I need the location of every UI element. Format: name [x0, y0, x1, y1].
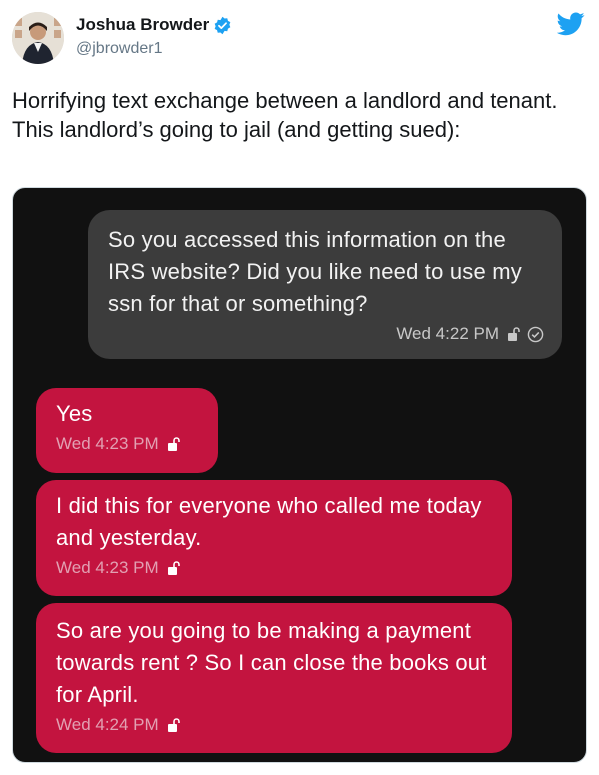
message-text: Yes	[56, 401, 93, 426]
check-circle-icon	[527, 326, 544, 342]
message-bubble-outgoing: So you accessed this information on the …	[88, 210, 562, 359]
message-timestamp: Wed 4:23 PM	[56, 434, 159, 453]
author-handle[interactable]: @jbrowder1	[76, 40, 163, 58]
message-meta: Wed 4:23 PM	[56, 434, 200, 454]
unlock-icon	[167, 718, 180, 732]
message-meta: Wed 4:23 PM	[56, 558, 494, 578]
message-bubble-incoming: I did this for everyone who called me to…	[36, 480, 512, 596]
message-text: So you accessed this information on the …	[108, 227, 522, 316]
message-meta: Wed 4:22 PM	[108, 324, 544, 344]
message-meta: Wed 4:24 PM	[56, 715, 494, 735]
unlock-icon	[167, 561, 180, 575]
tweet-header: Joshua Browder @jbrowder1	[0, 0, 599, 80]
tweet-text: Horrifying text exchange between a landl…	[12, 88, 558, 142]
verified-badge-icon	[214, 16, 231, 34]
unlock-icon	[508, 327, 520, 341]
message-text: I did this for everyone who called me to…	[56, 493, 482, 550]
message-timestamp: Wed 4:22 PM	[396, 324, 499, 343]
tweet-media-screenshot[interactable]: So you accessed this information on the …	[12, 187, 587, 763]
unlock-icon	[167, 437, 180, 451]
twitter-bird-icon[interactable]	[557, 12, 585, 36]
message-text: So are you going to be making a payment …	[56, 618, 487, 707]
message-bubble-incoming: So are you going to be making a payment …	[36, 603, 512, 753]
message-timestamp: Wed 4:24 PM	[56, 715, 159, 734]
avatar[interactable]	[12, 12, 64, 64]
author-name[interactable]: Joshua Browder	[76, 15, 209, 35]
message-timestamp: Wed 4:23 PM	[56, 558, 159, 577]
avatar-image	[12, 12, 64, 64]
message-bubble-incoming: Yes Wed 4:23 PM	[36, 388, 218, 473]
